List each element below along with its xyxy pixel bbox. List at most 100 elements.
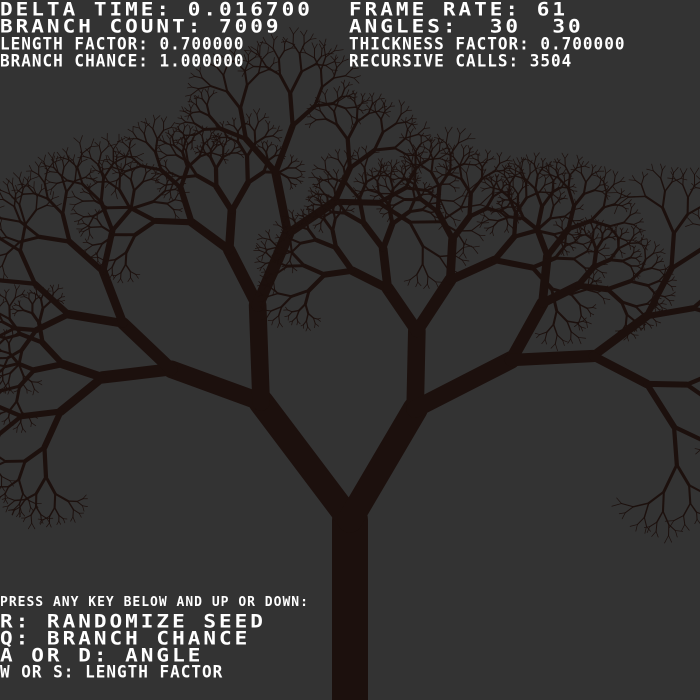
tree-branch [244,50,249,56]
tree-branch [225,139,231,143]
tree-branch [0,219,3,225]
tree-branch [7,372,12,383]
tree-branch [601,272,605,279]
tree-branch [0,205,5,208]
tree-branch [5,236,21,244]
tree-branch [299,173,303,178]
tree-branch [127,277,131,282]
tree-branch [34,475,48,496]
tree-branch [646,168,654,172]
tree-branch [30,506,34,512]
tree-branch [304,123,312,125]
tree-branch [72,509,74,518]
tree-branch [260,240,266,246]
tree-branch [290,250,306,268]
tree-branch [23,176,28,181]
tree-branch [311,42,315,50]
tree-branch [55,155,59,164]
tree-branch [486,153,489,162]
tree-branch [27,176,30,181]
tree-branch [5,288,10,294]
tree-branch [422,147,426,153]
tree-branch [407,128,411,134]
recursive-calls-readout: RECURSIVE CALLS: 3504 [349,50,573,71]
tree-branch [574,282,611,293]
tree-branch [15,185,18,191]
tree-branch [592,307,597,309]
tree-branch [256,108,261,115]
tree-branch [474,164,482,171]
tree-branch [96,218,103,228]
tree-branch [690,299,700,311]
tree-branch [9,308,15,311]
tree-branch [550,196,555,207]
tree-branch [312,167,319,171]
tree-branch [60,211,72,244]
tree-branch [267,127,273,132]
tree-branch [46,522,50,528]
tree-branch [591,229,595,241]
tree-branch [369,108,377,113]
tree-branch [558,161,566,167]
tree-branch [396,169,403,174]
tree-branch [14,289,17,299]
tree-branch [248,296,270,411]
tree-branch [40,183,43,191]
tree-branch [23,445,47,464]
tree-branch [295,176,301,179]
tree-branch [0,348,3,352]
tree-branch [603,243,607,249]
tree-branch [586,307,591,314]
tree-branch [164,180,169,192]
tree-branch [555,220,558,226]
tree-branch [579,207,584,211]
tree-branch [482,211,485,216]
tree-branch [655,320,658,327]
tree-branch [683,515,686,525]
tree-branch [0,374,3,377]
tree-branch [22,517,26,523]
tree-branch [673,515,685,522]
tree-branch [51,182,58,190]
tree-branch [308,123,312,129]
tree-branch [600,224,603,228]
tree-branch [315,118,328,121]
tree-branch [452,195,463,202]
tree-branch [66,196,76,198]
tree-branch [208,114,223,131]
tree-branch [316,215,326,218]
tree-branch [78,223,85,225]
tree-branch [275,220,279,226]
tree-branch [437,174,444,179]
tree-branch [380,99,385,105]
tree-branch [562,252,565,257]
tree-branch [540,191,554,209]
tree-branch [154,115,161,121]
tree-branch [384,110,391,114]
tree-branch [654,241,657,248]
tree-branch [552,323,558,336]
tree-branch [512,228,539,239]
tree-branch [684,382,700,397]
tree-branch [480,187,486,190]
tree-branch [675,530,678,538]
tree-branch [406,322,426,418]
tree-branch [410,128,414,134]
tree-branch [238,106,249,142]
tree-branch [506,228,509,233]
tree-branch [224,206,237,255]
tree-branch [277,166,289,174]
tree-branch [90,157,100,166]
tree-branch [534,332,541,335]
tree-branch [328,153,333,158]
tree-branch [377,106,384,112]
tree-branch [621,259,632,267]
tree-branch [310,119,317,125]
tree-branch [323,218,335,233]
tree-branch [333,244,356,274]
tree-branch [401,160,406,166]
tree-branch [643,502,650,519]
tree-branch [259,42,267,44]
tree-branch [72,516,76,523]
tree-branch [34,161,40,168]
